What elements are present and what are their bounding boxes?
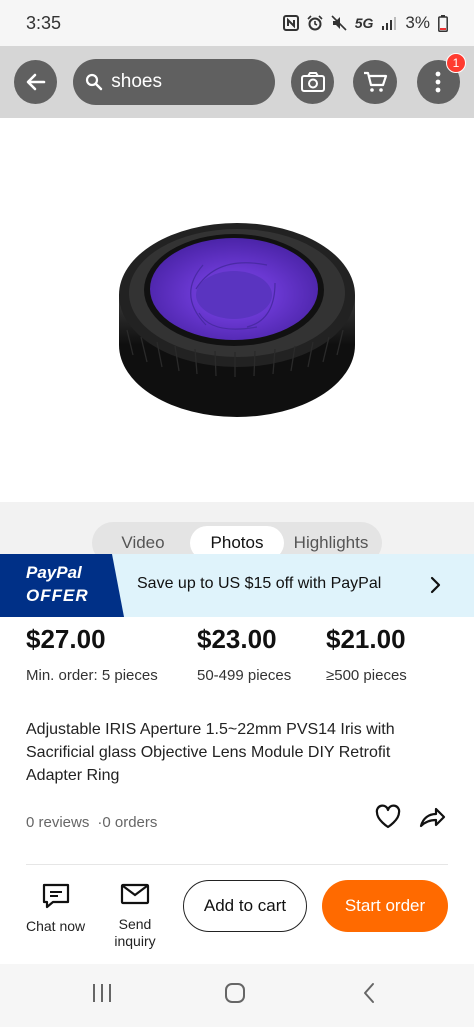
search-box[interactable]: shoes	[73, 59, 276, 105]
alarm-icon	[307, 15, 323, 31]
add-to-cart-button[interactable]: Add to cart	[183, 880, 307, 932]
mail-icon	[120, 883, 150, 905]
price-tier: $23.00 50-499 pieces	[197, 624, 291, 684]
mute-icon	[331, 15, 347, 31]
chevron-right-icon	[430, 576, 441, 594]
paypal-offer-message: Save up to US $15 off with PayPal	[137, 575, 382, 592]
price-tier: $21.00 ≥500 pieces	[326, 624, 407, 684]
send-inquiry-button[interactable]: Send inquiry	[110, 882, 160, 950]
recents-icon[interactable]	[91, 982, 113, 1004]
orders-count: ·0 orders	[97, 813, 158, 831]
camera-icon	[300, 72, 325, 92]
reviews-count[interactable]: 0 reviews	[26, 814, 89, 831]
battery-icon	[438, 14, 448, 32]
paypal-offer-banner[interactable]: PayPal OFFER Save up to US $15 off with …	[0, 554, 474, 617]
home-icon[interactable]	[224, 982, 246, 1004]
price-quantity: 50-499 pieces	[197, 667, 292, 684]
price-quantity: Min. order: 5 pieces	[26, 667, 158, 684]
media-tabs-area: Video Photos Highlights	[0, 502, 474, 564]
iris-lens-image	[119, 223, 355, 417]
chat-icon	[42, 883, 69, 909]
price-value: $23.00	[197, 624, 277, 654]
more-button[interactable]: 1	[416, 53, 466, 104]
back-nav-icon[interactable]	[359, 982, 381, 1004]
paypal-offer-text: OFFER	[26, 586, 89, 605]
network-type: 5G	[354, 15, 374, 31]
meta-actions	[374, 804, 446, 830]
image-search-button[interactable]	[291, 60, 335, 104]
top-bar: shoes 1	[0, 46, 474, 118]
notification-badge: 1	[445, 53, 466, 73]
send-inquiry-label: Send inquiry	[114, 916, 156, 949]
price-value: $21.00	[326, 624, 406, 654]
price-value: $27.00	[26, 624, 106, 654]
cart-button[interactable]	[353, 60, 397, 104]
chat-now-button[interactable]: Chat now	[26, 882, 85, 935]
system-nav-bar	[0, 964, 474, 1027]
share-icon[interactable]	[418, 804, 446, 830]
product-meta: 0 reviews ·0 orders	[26, 804, 450, 834]
search-icon	[86, 73, 103, 91]
heart-icon[interactable]	[374, 804, 402, 830]
start-order-button[interactable]: Start order	[322, 880, 448, 932]
price-quantity: ≥500 pieces	[326, 667, 407, 684]
product-image[interactable]	[0, 118, 474, 502]
paypal-logo-text: PayPal	[26, 563, 82, 582]
paypal-offer-logo: PayPal OFFER	[0, 554, 124, 617]
search-query: shoes	[111, 71, 162, 92]
status-bar: 3:35 5G 3%	[0, 0, 474, 46]
status-time: 3:35	[26, 12, 62, 33]
battery-text: 3%	[405, 13, 430, 32]
bottom-action-bar: Chat now Send inquiry Add to cart Start …	[0, 866, 474, 962]
status-icons: 5G 3%	[282, 13, 448, 33]
back-button[interactable]	[14, 60, 58, 104]
back-arrow-icon	[26, 73, 45, 91]
price-tiers: $27.00 Min. order: 5 pieces $23.00 50-49…	[0, 624, 474, 688]
divider	[26, 864, 448, 865]
product-title: Adjustable IRIS Aperture 1.5~22mm PVS14 …	[26, 721, 395, 784]
cart-icon	[364, 71, 388, 92]
price-tier: $27.00 Min. order: 5 pieces	[26, 624, 158, 684]
signal-icon	[382, 17, 397, 30]
more-vertical-icon	[435, 71, 441, 93]
nfc-icon	[282, 15, 299, 31]
chat-now-label: Chat now	[26, 918, 86, 934]
